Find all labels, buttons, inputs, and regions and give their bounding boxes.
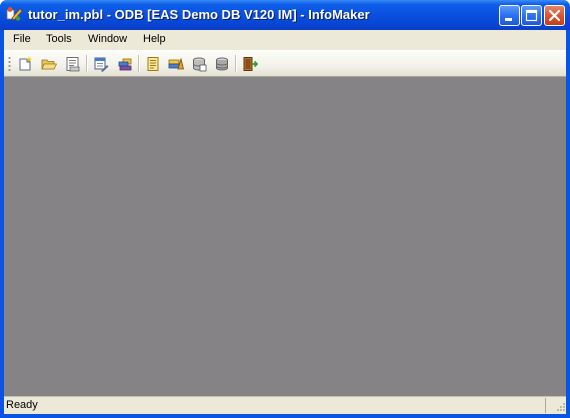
mdi-workspace[interactable] [4, 76, 566, 396]
print-preview-button[interactable] [63, 54, 83, 74]
script-icon [147, 57, 159, 71]
print-preview-icon [66, 57, 80, 72]
open-button[interactable] [39, 54, 59, 74]
report-painter-icon [94, 57, 109, 72]
minimize-button[interactable] [499, 5, 520, 26]
report-painter-button[interactable] [91, 54, 111, 74]
client-area: File Tools Window Help Ready [4, 30, 566, 414]
script-button[interactable] [143, 54, 163, 74]
title-bar[interactable]: tutor_im.pbl - ODB [EAS Demo DB V120 IM]… [0, 0, 570, 30]
query-button[interactable] [166, 54, 186, 74]
toolbar-grip[interactable] [8, 56, 11, 72]
close-icon [548, 9, 561, 22]
database-icon [216, 57, 228, 71]
maximize-button[interactable] [521, 5, 542, 26]
menu-tools[interactable]: Tools [46, 33, 72, 45]
new-button[interactable] [15, 54, 35, 74]
menu-bar: File Tools Window Help [4, 30, 566, 49]
database-painter-button[interactable] [189, 54, 209, 74]
close-button[interactable] [544, 5, 565, 26]
size-grip-icon[interactable] [554, 402, 566, 414]
menu-help[interactable]: Help [143, 33, 166, 45]
maximize-icon [525, 9, 538, 22]
toolbar-separator [138, 55, 140, 72]
menu-window[interactable]: Window [88, 33, 127, 45]
exit-door-icon [243, 57, 258, 71]
query-icon [168, 57, 184, 70]
exit-button[interactable] [240, 54, 260, 74]
minimize-icon [505, 18, 512, 21]
new-icon [19, 56, 32, 71]
status-pane-divider [545, 398, 546, 413]
app-window: tutor_im.pbl - ODB [EAS Demo DB V120 IM]… [0, 0, 570, 418]
database-painter-icon [193, 57, 207, 72]
window-title: tutor_im.pbl - ODB [EAS Demo DB V120 IM]… [28, 7, 370, 22]
toolbar-separator [235, 55, 237, 72]
library-button[interactable] [115, 54, 135, 74]
status-bar: Ready [4, 396, 566, 414]
toolbar-separator [86, 55, 88, 72]
infomaker-app-icon[interactable] [6, 6, 23, 23]
toolbar [4, 50, 566, 76]
library-icon [118, 58, 132, 71]
status-text: Ready [6, 399, 38, 411]
menu-file[interactable]: File [13, 33, 31, 45]
open-folder-icon [41, 59, 57, 70]
database-button[interactable] [212, 54, 232, 74]
